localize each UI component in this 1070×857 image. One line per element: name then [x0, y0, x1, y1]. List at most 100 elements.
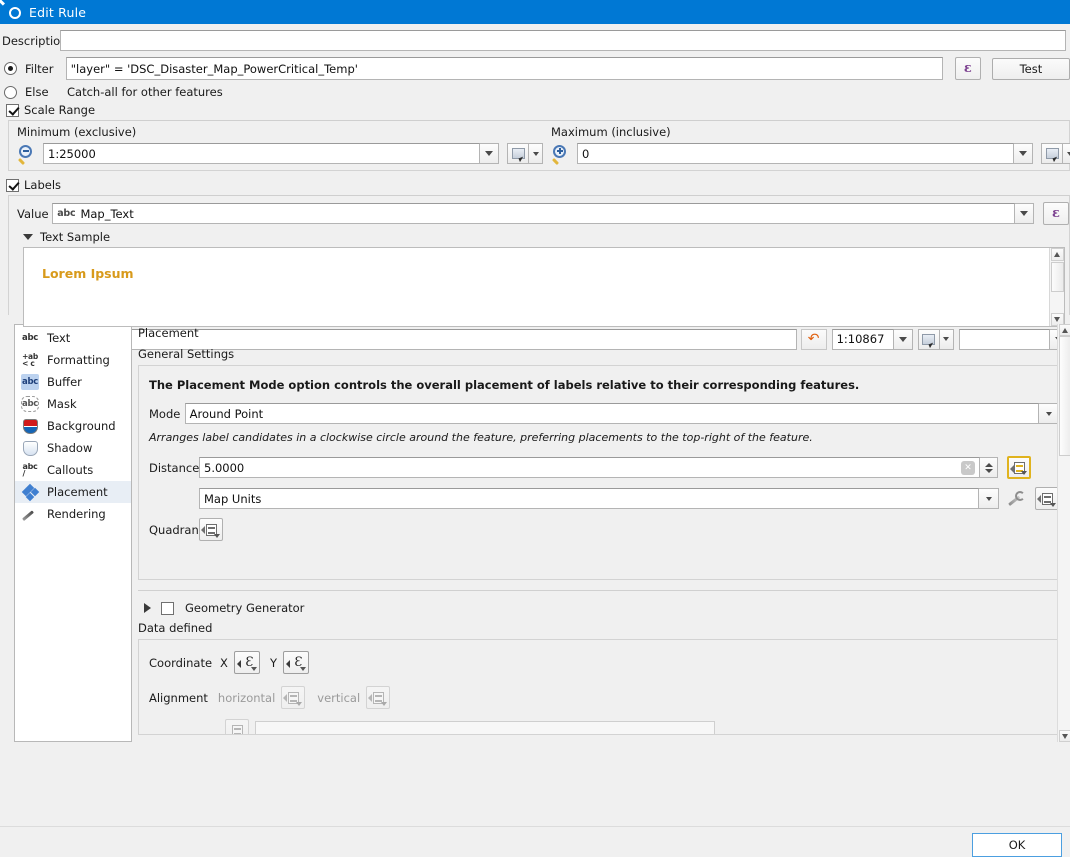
- coordinate-x-expression-button[interactable]: Ɛ: [234, 651, 260, 674]
- units-settings-wrench-icon[interactable]: [1008, 490, 1026, 508]
- mode-label: Mode: [149, 407, 185, 421]
- qgis-logo-icon: [6, 4, 22, 20]
- preview-vertical-scrollbar[interactable]: [1049, 248, 1064, 326]
- value-row: Value abc Map_Text ε: [9, 196, 1069, 225]
- distance-spinner[interactable]: [980, 457, 998, 478]
- geometry-generator-row[interactable]: Geometry Generator: [138, 591, 1070, 621]
- description-row: Description: [0, 30, 1070, 51]
- panel-vertical-scrollbar[interactable]: [1057, 324, 1070, 742]
- sidebar-label: Callouts: [47, 463, 93, 477]
- distance-units-select[interactable]: Map Units: [199, 488, 979, 509]
- scale-minimum-pick-dropdown[interactable]: [529, 143, 543, 164]
- value-field-dropdown[interactable]: [1015, 203, 1034, 224]
- sidebar-item-mask[interactable]: abc Mask: [15, 393, 131, 415]
- coordinate-y-expression-button[interactable]: Ɛ: [283, 651, 309, 674]
- sidebar-item-shadow[interactable]: Shadow: [15, 437, 131, 459]
- scale-minimum-input[interactable]: 1:25000: [43, 143, 480, 164]
- scale-maximum-input[interactable]: 0: [577, 143, 1014, 164]
- sidebar-item-rendering[interactable]: Rendering: [15, 503, 131, 525]
- value-field-text: Map_Text: [80, 207, 133, 221]
- sidebar-item-text[interactable]: abc Text: [15, 327, 131, 349]
- quadrant-row: Quadrant: [149, 518, 1059, 541]
- sidebar-item-buffer[interactable]: abc Buffer: [15, 371, 131, 393]
- value-field-input[interactable]: abc Map_Text: [52, 203, 1015, 224]
- placement-mode-hint: The Placement Mode option controls the o…: [149, 378, 1059, 392]
- description-input[interactable]: [60, 30, 1066, 51]
- alignment-horizontal-override-button[interactable]: [281, 686, 305, 709]
- zoom-in-icon: [551, 144, 571, 164]
- data-defined-box: Coordinate X Ɛ Y Ɛ Alignment horizontal: [138, 639, 1070, 735]
- scale-minimum-pick-from-canvas-button[interactable]: [507, 143, 529, 164]
- window-titlebar: Edit Rule: [0, 0, 1070, 24]
- clipped-override-button[interactable]: [225, 719, 249, 735]
- zoom-out-icon: [17, 144, 37, 164]
- panel-scrollbar-thumb[interactable]: [1059, 336, 1070, 456]
- value-expression-button[interactable]: ε: [1043, 202, 1069, 225]
- distance-data-defined-override-button[interactable]: [1007, 456, 1031, 479]
- coordinate-label: Coordinate: [149, 656, 212, 670]
- filter-row: Filter "layer" = 'DSC_Disaster_Map_Power…: [0, 57, 1070, 80]
- panel-scroll-down-icon[interactable]: [1059, 730, 1070, 742]
- scale-range-group: Minimum (exclusive) 1:25000 Maximum (inc…: [8, 120, 1070, 171]
- callouts-icon: abc/: [21, 462, 39, 478]
- window-title: Edit Rule: [29, 5, 86, 20]
- scroll-up-arrow-icon[interactable]: [1051, 248, 1064, 261]
- panel-scroll-up-icon[interactable]: [1059, 324, 1070, 336]
- labels-label: Labels: [24, 178, 61, 192]
- distance-input[interactable]: 5.0000 ✕: [199, 457, 980, 478]
- units-data-defined-override-button[interactable]: [1035, 487, 1059, 510]
- geometry-generator-checkbox[interactable]: [161, 602, 174, 615]
- clipped-input[interactable]: [255, 721, 715, 736]
- quadrant-data-defined-override-button[interactable]: [199, 518, 223, 541]
- abc-text-icon: abc: [21, 330, 39, 346]
- clipped-row: [149, 719, 1059, 735]
- test-button[interactable]: Test: [992, 58, 1070, 80]
- sidebar-label: Placement: [47, 485, 108, 499]
- scale-minimum-dropdown[interactable]: [480, 143, 499, 164]
- distance-units-dropdown[interactable]: [979, 488, 999, 509]
- alignment-vertical-override-button[interactable]: [366, 686, 390, 709]
- labels-checkbox[interactable]: [6, 179, 19, 192]
- coordinate-x-label: X: [220, 656, 228, 670]
- else-radio[interactable]: [4, 86, 17, 99]
- sidebar-label: Buffer: [47, 375, 82, 389]
- data-defined-title: Data defined: [138, 621, 1070, 639]
- sidebar-label: Text: [47, 331, 70, 345]
- sidebar-label: Shadow: [47, 441, 92, 455]
- coordinate-y-label: Y: [270, 656, 277, 670]
- abc-buffer-icon: abc: [21, 374, 39, 390]
- dialog-footer: OK: [0, 826, 1070, 852]
- shadow-shield-icon: [21, 440, 39, 456]
- brush-icon: [21, 506, 39, 522]
- abc-type-icon: abc: [57, 208, 75, 219]
- filter-expression-button[interactable]: ε: [955, 57, 981, 80]
- sidebar-label: Background: [47, 419, 116, 433]
- sidebar-label: Mask: [47, 397, 77, 411]
- sidebar-item-placement[interactable]: Placement: [15, 481, 131, 503]
- scale-range-checkbox[interactable]: [6, 104, 19, 117]
- scale-maximum-pick-from-canvas-button[interactable]: [1041, 143, 1063, 164]
- else-hint: Catch-all for other features: [67, 85, 223, 99]
- sidebar-item-background[interactable]: Background: [15, 415, 131, 437]
- alignment-vertical-label: vertical: [317, 691, 360, 705]
- else-label: Else: [25, 85, 67, 99]
- distance-row: Distance 5.0000 ✕: [149, 456, 1059, 479]
- sidebar-item-formatting[interactable]: +ab< c Formatting: [15, 349, 131, 371]
- clear-icon[interactable]: ✕: [961, 461, 975, 475]
- ok-button[interactable]: OK: [972, 833, 1062, 857]
- scale-maximum-pick-dropdown[interactable]: [1063, 143, 1070, 164]
- scrollbar-thumb[interactable]: [1051, 262, 1064, 292]
- labels-header: Labels: [0, 178, 1070, 192]
- mode-select-dropdown[interactable]: [1039, 403, 1059, 424]
- sidebar-item-callouts[interactable]: abc/ Callouts: [15, 459, 131, 481]
- filter-expression-input[interactable]: "layer" = 'DSC_Disaster_Map_PowerCritica…: [66, 57, 943, 80]
- placement-diamond-icon: [21, 484, 39, 500]
- collapse-triangle-icon: [23, 234, 33, 240]
- filter-radio[interactable]: [4, 62, 17, 75]
- mode-select[interactable]: Around Point: [185, 403, 1039, 424]
- preview-canvas: Lorem Ipsum: [24, 248, 1049, 326]
- expand-triangle-icon[interactable]: [144, 603, 151, 613]
- alignment-row: Alignment horizontal vertical: [149, 686, 1059, 709]
- scale-maximum-dropdown[interactable]: [1014, 143, 1033, 164]
- text-sample-header[interactable]: Text Sample: [9, 225, 1069, 247]
